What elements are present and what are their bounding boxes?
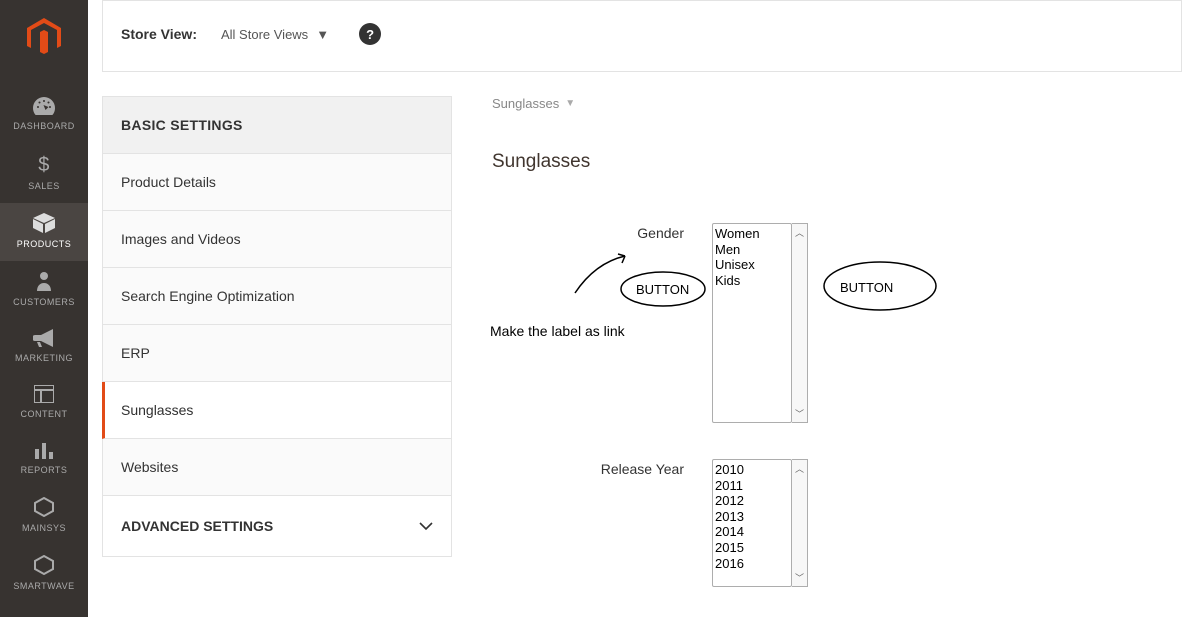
store-view-select[interactable]: All Store Views ▼ xyxy=(221,27,329,42)
nav-reports[interactable]: REPORTS xyxy=(0,431,88,487)
megaphone-icon xyxy=(33,329,55,347)
nav-label: DASHBOARD xyxy=(13,121,75,131)
nav-label: CUSTOMERS xyxy=(13,297,75,307)
release-year-select[interactable]: 2010 2011 2012 2013 2014 2015 2016 xyxy=(712,459,792,587)
scroll-up-icon[interactable]: ︿ xyxy=(792,224,807,241)
nav-smartwave[interactable]: SMARTWAVE xyxy=(0,545,88,591)
hex-icon xyxy=(34,555,54,575)
nav-sales[interactable]: $ SALES xyxy=(0,143,88,203)
settings-tabs: BASIC SETTINGS Product Details Images an… xyxy=(102,96,452,623)
tab-product-details[interactable]: Product Details xyxy=(102,154,452,211)
form-area: Sunglasses ▼ Sunglasses Gender Women Men… xyxy=(452,96,1182,623)
scrollbar: ︿ ﹀ xyxy=(792,459,808,587)
caret-down-icon: ▼ xyxy=(565,98,575,109)
tab-websites[interactable]: Websites xyxy=(102,439,452,496)
section-title: Sunglasses xyxy=(492,151,1182,173)
scroll-down-icon[interactable]: ﹀ xyxy=(792,405,807,422)
gauge-icon xyxy=(33,97,55,115)
field-gender: Gender Women Men Unisex Kids ︿ ﹀ xyxy=(492,223,1182,423)
advanced-settings-toggle[interactable]: ADVANCED SETTINGS xyxy=(102,496,452,557)
tab-images-videos[interactable]: Images and Videos xyxy=(102,211,452,268)
breadcrumb[interactable]: Sunglasses ▼ xyxy=(492,96,575,111)
dollar-icon: $ xyxy=(37,153,51,175)
field-label-release-year: Release Year xyxy=(601,461,684,477)
scroll-down-icon[interactable]: ﹀ xyxy=(792,569,807,586)
nav-label: MARKETING xyxy=(15,353,73,363)
store-view-label: Store View: xyxy=(121,26,197,42)
bars-icon xyxy=(34,441,54,459)
box-icon xyxy=(33,213,55,233)
magento-logo xyxy=(27,18,61,59)
tab-sunglasses[interactable]: Sunglasses xyxy=(102,382,452,439)
nav-label: SMARTWAVE xyxy=(13,581,74,591)
nav-label: CONTENT xyxy=(21,409,68,419)
gender-select[interactable]: Women Men Unisex Kids xyxy=(712,223,792,423)
nav-products[interactable]: PRODUCTS xyxy=(0,203,88,261)
nav-mainsys[interactable]: MAINSYS xyxy=(0,487,88,545)
nav-label: SALES xyxy=(28,181,60,191)
nav-dashboard[interactable]: DASHBOARD xyxy=(0,87,88,143)
nav-marketing[interactable]: MARKETING xyxy=(0,319,88,375)
basic-settings-header: BASIC SETTINGS xyxy=(102,96,452,154)
nav-customers[interactable]: CUSTOMERS xyxy=(0,261,88,319)
svg-text:$: $ xyxy=(38,154,50,175)
nav-label: MAINSYS xyxy=(22,523,66,533)
chevron-down-icon xyxy=(419,518,433,534)
scrollbar: ︿ ﹀ xyxy=(792,223,808,423)
scroll-up-icon[interactable]: ︿ xyxy=(792,460,807,477)
store-view-value: All Store Views xyxy=(221,27,308,42)
nav-label: PRODUCTS xyxy=(17,239,72,249)
store-view-bar: Store View: All Store Views ▼ ? xyxy=(102,0,1182,72)
tab-seo[interactable]: Search Engine Optimization xyxy=(102,268,452,325)
left-sidebar: DASHBOARD $ SALES PRODUCTS CUSTOMERS MAR… xyxy=(0,0,88,617)
tab-erp[interactable]: ERP xyxy=(102,325,452,382)
field-release-year: Release Year 2010 2011 2012 2013 2014 20… xyxy=(492,459,1182,587)
caret-down-icon: ▼ xyxy=(316,27,329,42)
nav-content[interactable]: CONTENT xyxy=(0,375,88,431)
field-label-gender: Gender xyxy=(637,225,684,241)
hex-icon xyxy=(34,497,54,517)
layout-icon xyxy=(34,385,54,403)
person-icon xyxy=(37,271,51,291)
help-button[interactable]: ? xyxy=(359,23,381,45)
advanced-settings-label: ADVANCED SETTINGS xyxy=(121,518,273,534)
nav-label: REPORTS xyxy=(21,465,68,475)
breadcrumb-label: Sunglasses xyxy=(492,96,559,111)
